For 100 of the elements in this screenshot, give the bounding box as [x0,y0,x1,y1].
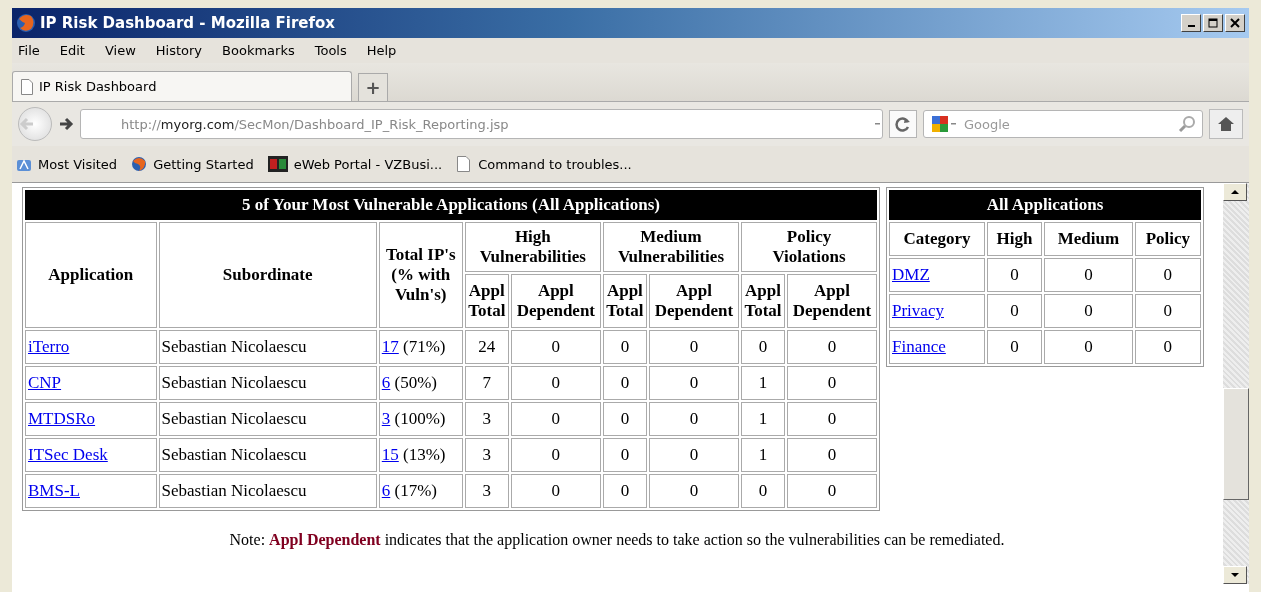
bookmark-item[interactable]: Most Visited [16,156,118,172]
page-icon [21,78,33,95]
table-cell: 0 [648,474,739,508]
table-cell: 3 [464,474,509,508]
table-cell: 0 [1134,330,1201,364]
firefox-icon [16,13,36,33]
column-header: Policy Violations [741,222,877,272]
google-icon [930,114,958,134]
forward-button[interactable] [58,116,74,132]
table-cell: 0 [510,330,601,364]
application-link[interactable]: ITSec Desk [28,445,108,464]
category-link[interactable]: Finance [892,337,946,356]
ip-percent: (100%) [393,409,446,428]
column-header: Appl Total [602,274,647,328]
column-header: Appl Dependent [648,274,739,328]
table-cell: 0 [648,366,739,400]
reload-button[interactable] [889,110,917,138]
table-cell: 0 [1134,294,1201,328]
table-cell: 1 [741,366,785,400]
bookmark-item[interactable]: eWeb Portal - VZBusi... [267,156,443,172]
ip-count-link[interactable]: 6 [381,373,391,392]
column-header: Category [889,222,985,256]
column-header: Policy [1134,222,1201,256]
table-cell: 0 [648,438,739,472]
table-cell: 0 [602,438,647,472]
home-button[interactable] [1209,109,1243,139]
new-tab-button[interactable]: + [358,73,388,101]
application-link[interactable]: CNP [28,373,62,392]
application-link[interactable]: BMS-L [28,481,80,500]
vertical-scrollbar[interactable] [1223,183,1249,584]
table-cell: 0 [602,330,647,364]
reload-icon [895,116,911,132]
bookmark-item[interactable]: Getting Started [131,156,254,172]
ip-count-link[interactable]: 6 [381,481,391,500]
table-title: All Applications [889,190,1201,220]
forward-arrow-icon [58,116,74,132]
column-header: Subordinate [158,222,377,328]
scroll-up-button[interactable] [1223,183,1247,201]
table-cell: 24 [464,330,509,364]
column-header: Appl Dependent [510,274,601,328]
ip-count-link[interactable]: 15 [381,445,399,464]
scroll-down-button[interactable] [1223,566,1247,584]
menu-item[interactable]: Tools [314,42,347,59]
table-cell: 0 [741,474,785,508]
table-cell: 0 [787,366,877,400]
column-header: Appl Total [741,274,785,328]
category-link[interactable]: Privacy [892,301,944,320]
table-cell: 3 [464,402,509,436]
table-cell: 0 [787,402,877,436]
table-cell: 0 [1134,258,1201,292]
home-icon [1217,116,1235,132]
column-header: High [987,222,1043,256]
ip-count-link[interactable]: 17 [381,337,399,356]
maximize-button[interactable] [1203,14,1223,32]
window-title: IP Risk Dashboard - Mozilla Firefox [40,14,336,32]
close-icon [1230,18,1240,28]
portal-icon [267,156,288,172]
dropdown-icon [874,120,882,128]
bookmark-item[interactable]: Command to troubles... [456,156,632,172]
table-cell: 3 [464,438,509,472]
menu-item[interactable]: View [104,42,136,59]
table-cell: Sebastian Nicolaescu [158,330,377,364]
maximize-icon [1208,18,1218,28]
application-link[interactable]: MTDSRo [28,409,96,428]
column-header: Application [25,222,157,328]
menu-item[interactable]: Help [366,42,397,59]
column-header: Medium Vulnerabilities [602,222,739,272]
ip-percent: (17%) [393,481,437,500]
table-cell: 0 [510,366,601,400]
globe-icon [131,156,148,172]
table-cell: Sebastian Nicolaescu [158,438,377,472]
table-cell: 0 [787,330,877,364]
scrollbar-thumb[interactable] [1223,387,1249,500]
ip-count-link[interactable]: 3 [381,409,391,428]
minimize-button[interactable] [1181,14,1201,32]
table-cell: 0 [787,438,877,472]
back-arrow-icon [19,116,35,132]
down-arrow-icon [1231,572,1239,578]
category-link[interactable]: DMZ [892,265,930,284]
application-link[interactable]: iTerro [28,337,70,356]
table-cell: 0 [510,474,601,508]
table-cell: 0 [987,294,1043,328]
browser-tab[interactable]: IP Risk Dashboard [12,71,352,101]
menu-item[interactable]: History [155,42,203,59]
page-icon [456,156,473,172]
column-header: Appl Dependent [787,274,877,328]
table-cell: 1 [741,438,785,472]
table-title: 5 of Your Most Vulnerable Applications (All Applications) [25,190,877,220]
menu-item[interactable]: File [18,42,40,59]
menu-item[interactable]: Edit [59,42,85,59]
address-field[interactable]: http://myorg.com/SecMon/Dashboard_IP_Risk_Reporting.jsp [80,109,883,139]
search-icon [1178,115,1196,133]
table-cell: 0 [602,366,647,400]
menu-item[interactable]: Bookmarks [222,42,295,59]
close-button[interactable] [1225,14,1245,32]
table-cell: 0 [510,402,601,436]
up-arrow-icon [1231,189,1239,195]
table-cell: 1 [741,402,785,436]
table-cell: 0 [648,330,739,364]
table-cell: 0 [787,474,877,508]
